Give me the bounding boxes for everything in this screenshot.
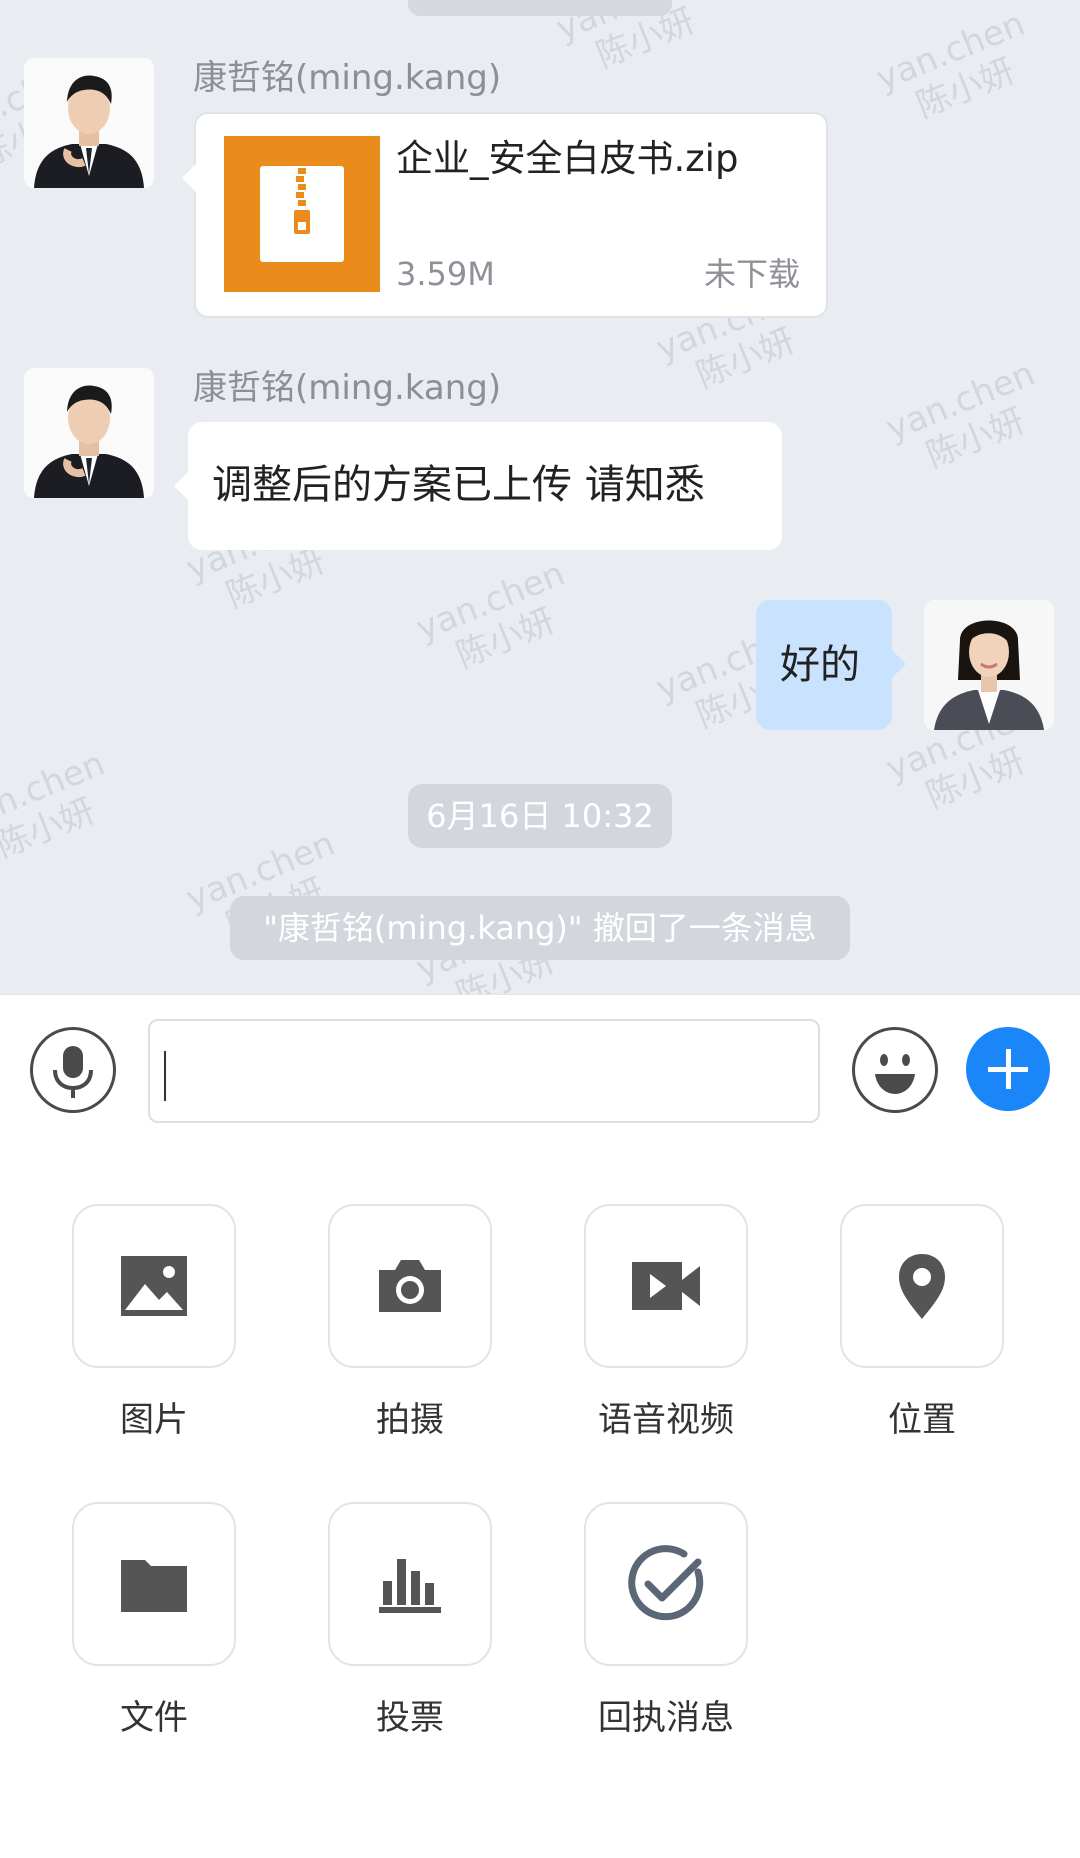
sender-avatar[interactable] [24,58,154,188]
message-input[interactable] [148,1019,820,1123]
text-message-bubble[interactable]: 调整后的方案已上传 请知悉 [174,422,782,550]
voice-button[interactable] [30,1027,116,1113]
tool-label: 图片 [120,1400,188,1440]
receipt-check-icon [628,1545,704,1621]
folder-icon [121,1560,187,1612]
tool-receipt-message[interactable]: 回执消息 [528,1502,784,1762]
sender-name: 康哲铭(ming.kang) [193,368,502,408]
message-text: 好的 [780,642,860,688]
tool-camera-tile[interactable] [328,1204,492,1368]
camera-icon [379,1260,441,1312]
tool-poll[interactable]: 投票 [272,1502,528,1762]
download-status: 未下载 [703,255,800,293]
tool-label: 拍摄 [376,1400,444,1440]
smiley-icon [875,1054,915,1094]
recall-notice: "康哲铭(ming.kang)" 撤回了一条消息 [230,896,850,960]
zip-file-icon [224,136,380,292]
previous-timestamp-pill [408,0,672,16]
more-button[interactable] [966,1027,1050,1111]
tool-receipt-message-tile[interactable] [584,1502,748,1666]
sender-name: 康哲铭(ming.kang) [193,58,502,98]
tool-label: 投票 [376,1698,444,1738]
file-message-bubble[interactable]: 企业_安全白皮书.zip 3.59M 未下载 [182,112,828,318]
tool-file[interactable]: 文件 [16,1502,272,1762]
tool-label: 位置 [888,1400,956,1440]
microphone-icon [53,1046,93,1098]
tool-video-call[interactable]: 语音视频 [528,1204,784,1464]
sender-avatar[interactable] [24,368,154,498]
tool-label: 回执消息 [598,1698,734,1738]
outgoing-message-bubble[interactable]: 好的 [756,600,906,730]
tool-image-tile[interactable] [72,1204,236,1368]
tool-camera[interactable]: 拍摄 [272,1204,528,1464]
tool-video-call-tile[interactable] [584,1204,748,1368]
message-text: 调整后的方案已上传 请知悉 [212,462,705,508]
tool-poll-tile[interactable] [328,1502,492,1666]
tool-file-tile[interactable] [72,1502,236,1666]
video-call-icon [632,1262,700,1310]
file-size: 3.59M [396,255,495,293]
input-bar [0,994,1080,1135]
image-icon [121,1256,187,1316]
tool-label: 文件 [120,1698,188,1738]
text-caret [164,1051,166,1101]
file-name: 企业_安全白皮书.zip [396,137,739,180]
my-avatar[interactable] [924,600,1054,730]
tool-location-tile[interactable] [840,1204,1004,1368]
plus-icon [988,1049,1028,1089]
emoji-button[interactable] [852,1027,938,1113]
tool-location[interactable]: 位置 [784,1204,1040,1464]
poll-icon [379,1559,441,1613]
timestamp-pill: 6月16日 10:32 [408,784,672,848]
location-pin-icon [899,1254,945,1319]
tool-label: 语音视频 [598,1400,734,1440]
chat-area[interactable]: yan.chen 陈小妍 yan.chen 陈小妍 yan.chen 陈小妍 yan.… [0,0,1080,994]
tool-image[interactable]: 图片 [16,1204,272,1464]
